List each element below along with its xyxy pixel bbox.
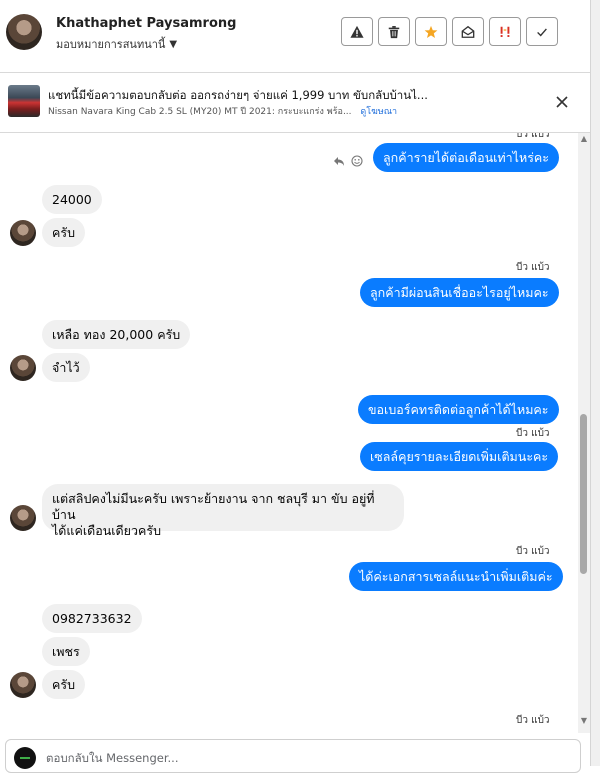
mark-unread-button[interactable] <box>452 17 484 46</box>
mark-unread-icon <box>461 25 475 38</box>
warning-icon <box>350 25 364 38</box>
close-ad-button[interactable] <box>553 93 571 111</box>
star-button[interactable] <box>415 17 447 46</box>
incoming-message[interactable]: จำไว้ <box>42 353 90 382</box>
contact-avatar-small <box>10 672 36 698</box>
close-icon <box>556 96 568 108</box>
incoming-message[interactable]: แต่สลิปคงไม่มีนะครับ เพราะย้ายงาน จาก ชล… <box>42 484 404 538</box>
seen-indicator: บีว แบ้ว <box>516 715 550 726</box>
assign-label: มอบหมายการสนทนานี้ <box>56 38 166 51</box>
ad-context-banner[interactable]: แชทนี้มีข้อความตอบกลับต่อ ออกรถง่ายๆ จ่า… <box>0 73 590 132</box>
scroll-down-arrow-icon[interactable]: ▼ <box>579 716 589 726</box>
ad-title: แชทนี้มีข้อความตอบกลับต่อ ออกรถง่ายๆ จ่า… <box>48 88 428 102</box>
seen-indicator: บีว แบ้ว <box>516 262 550 273</box>
message-thread[interactable]: บีว แบ้ว ลูกค้ารายได้ต่อเดือนเท่าไหร่คะ … <box>0 133 578 733</box>
incoming-message[interactable]: เหลือ ทอง 20,000 ครับ <box>42 320 191 349</box>
contact-avatar-small <box>10 355 36 381</box>
message-line: แต่สลิปคงไม่มีนะครับ เพราะย้ายงาน จาก ชล… <box>52 491 375 522</box>
reply-input[interactable] <box>46 751 546 765</box>
conversation-header: Khathaphet Paysamrong มอบหมายการสนทนานี้… <box>0 0 590 66</box>
view-ad-link[interactable]: ดูโฆษณา <box>360 107 397 117</box>
conversation-toolbar <box>341 17 558 46</box>
emoji-react-icon[interactable] <box>351 155 363 167</box>
contact-avatar[interactable] <box>6 14 42 50</box>
spam-button[interactable] <box>489 17 521 46</box>
message-line: ได้แค่เดือนเดียวครับ <box>52 523 162 538</box>
seen-indicator: บีว แบ้ว <box>516 546 550 557</box>
reply-icon[interactable] <box>333 155 345 167</box>
star-icon <box>424 25 438 38</box>
incoming-message[interactable]: เพชร <box>42 637 90 666</box>
ad-subtitle: Nissan Navara King Cab 2.5 SL (MY20) MT … <box>48 104 397 118</box>
incoming-message[interactable]: 24000 <box>42 185 102 214</box>
reply-composer[interactable] <box>5 739 581 773</box>
contact-avatar-small <box>10 505 36 531</box>
scroll-up-arrow-icon[interactable]: ▲ <box>579 134 589 144</box>
outgoing-message[interactable]: เซลล์คุยรายละเอียดเพิ่มเติมนะคะ <box>360 442 559 471</box>
incoming-message[interactable]: 0982733632 <box>42 604 142 633</box>
caret-down-icon: ▼ <box>169 38 178 50</box>
seen-indicator: บีว แบ้ว <box>516 133 550 140</box>
trash-icon <box>388 25 400 38</box>
spam-icon <box>500 26 510 37</box>
outgoing-message[interactable]: ขอเบอร์คทรติดต่อลูกค้าได้ไหมคะ <box>358 395 559 424</box>
incoming-message[interactable]: ครับ <box>42 670 86 699</box>
window-edge-divider <box>590 0 600 766</box>
outgoing-message[interactable]: ได้ค่ะเอกสารเซลล์แนะนำเพิ่มเติมค่ะ <box>349 562 563 591</box>
outgoing-message[interactable]: ลูกค้ารายได้ต่อเดือนเท่าไหร่คะ <box>373 143 559 172</box>
chat-scrollbar-thumb[interactable] <box>580 414 587 574</box>
ad-description: Nissan Navara King Cab 2.5 SL (MY20) MT … <box>48 107 352 117</box>
incoming-message[interactable]: ครับ <box>42 218 86 247</box>
contact-avatar-small <box>10 220 36 246</box>
delete-button[interactable] <box>378 17 410 46</box>
assign-conversation-dropdown[interactable]: มอบหมายการสนทนานี้ ▼ <box>56 35 177 53</box>
ad-thumbnail[interactable] <box>8 85 40 117</box>
message-actions <box>333 155 363 167</box>
contact-name[interactable]: Khathaphet Paysamrong <box>56 16 236 31</box>
warning-button[interactable] <box>341 17 373 46</box>
seen-indicator: บีว แบ้ว <box>516 428 550 439</box>
mark-done-button[interactable] <box>526 17 558 46</box>
outgoing-message[interactable]: ลูกค้ามีผ่อนสินเชื่ออะไรอยู่ไหมคะ <box>360 278 559 307</box>
done-check-icon <box>537 27 547 37</box>
